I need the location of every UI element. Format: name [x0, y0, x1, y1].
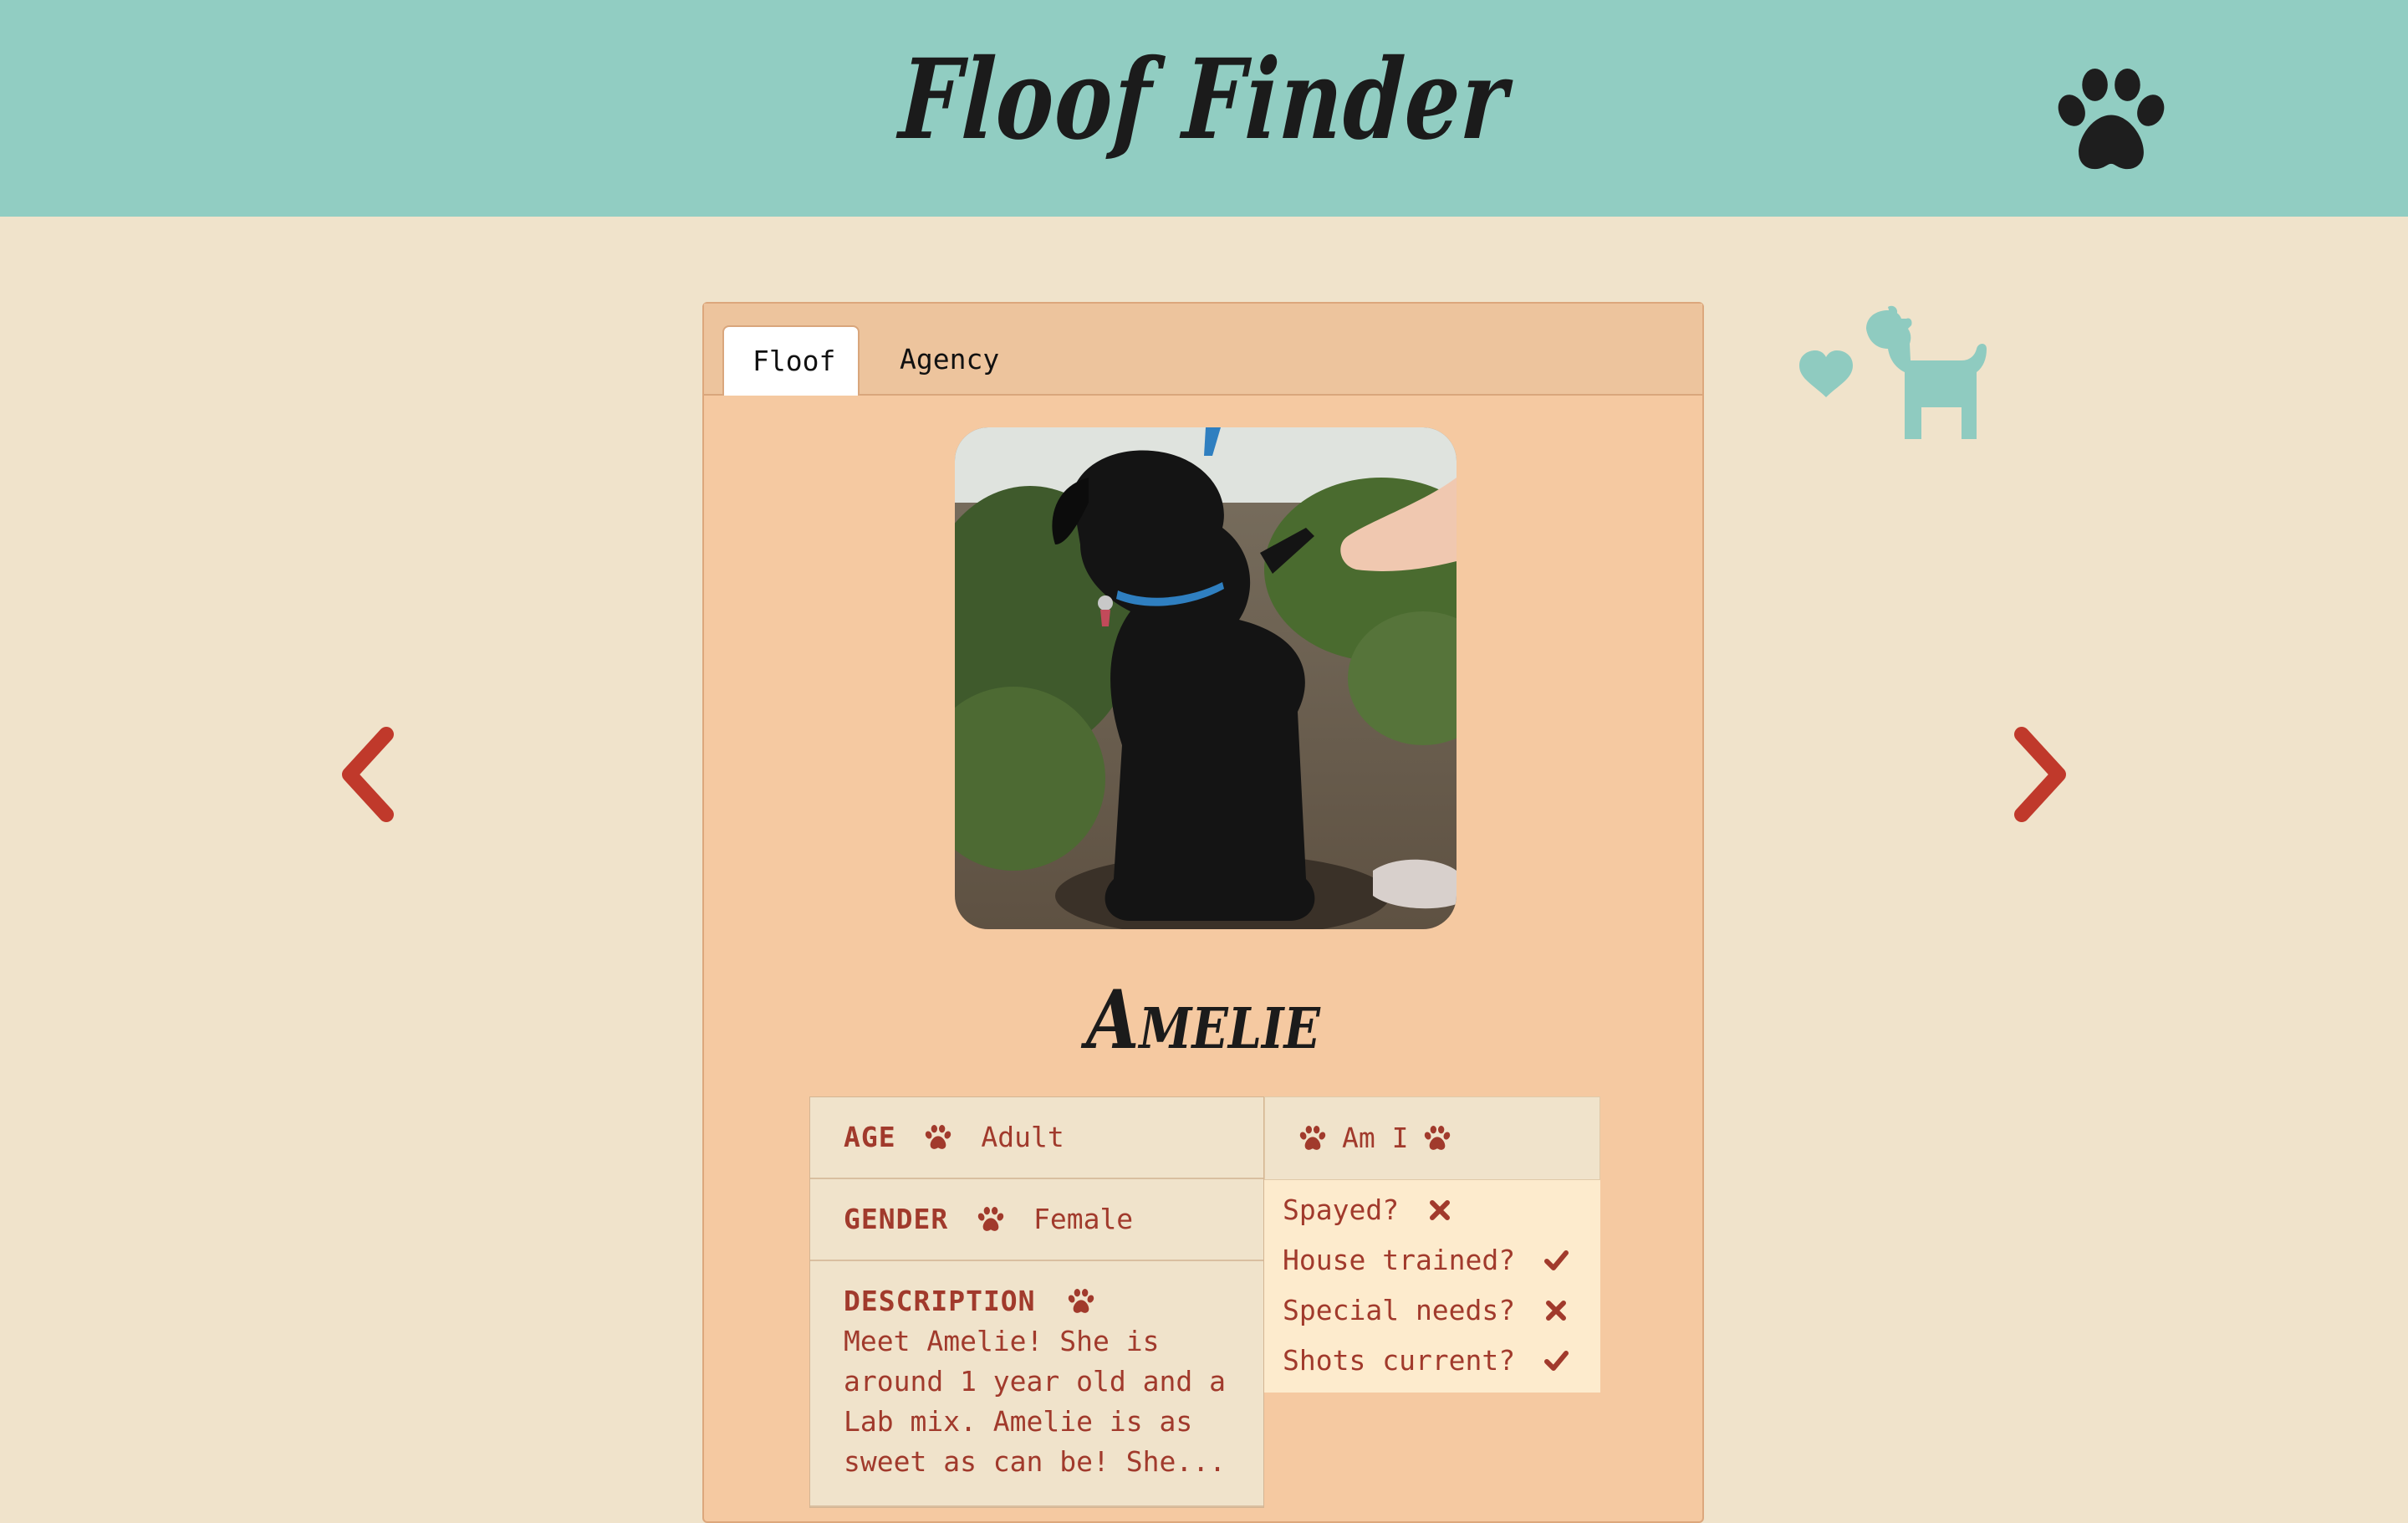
house-trained-label: House trained? — [1283, 1244, 1516, 1276]
list-item: Shots current? — [1283, 1336, 1600, 1386]
paw-icon — [977, 1207, 1005, 1232]
paw-icon[interactable] — [2053, 69, 2170, 173]
list-item: House trained? — [1283, 1235, 1600, 1285]
tab-floof[interactable]: Floof — [722, 325, 860, 396]
chevron-left-icon[interactable] — [334, 724, 401, 825]
am-i-list: Spayed? House trained? Special needs? Sh… — [1264, 1180, 1600, 1393]
tab-agency[interactable]: Agency — [871, 325, 1028, 394]
shots-current-label: Shots current? — [1283, 1344, 1516, 1377]
floof-details: AGE Adult GENDER Female DESCRIPTION Meet… — [809, 1096, 1264, 1508]
gender-value: Female — [1033, 1203, 1134, 1235]
list-item: Spayed? — [1283, 1185, 1600, 1235]
special-needs-label: Special needs? — [1283, 1294, 1516, 1326]
paw-icon — [924, 1125, 952, 1150]
paw-icon — [1067, 1289, 1095, 1314]
cross-icon — [1546, 1301, 1567, 1321]
tab-bar: Floof Agency — [704, 304, 1702, 396]
spayed-label: Spayed? — [1283, 1193, 1400, 1226]
am-i-title: Am I — [1342, 1122, 1409, 1154]
am-i-header: Am I — [1264, 1096, 1600, 1180]
floof-photo — [955, 427, 1457, 929]
floof-name: Amelie — [1086, 973, 1320, 1067]
cross-icon — [1429, 1200, 1450, 1220]
paw-icon — [1423, 1126, 1451, 1151]
floof-card: Floof Agency Amelie AGE Adult GENDER Fem… — [702, 302, 1704, 1523]
check-icon — [1544, 1351, 1569, 1371]
app-title: Floof Finder — [896, 35, 1512, 165]
paw-icon — [1298, 1126, 1327, 1151]
age-label: AGE — [844, 1121, 896, 1153]
gender-label: GENDER — [844, 1203, 949, 1235]
dog-heart-icon — [1799, 305, 1987, 439]
app-header: Floof Finder — [0, 0, 2408, 217]
check-icon — [1544, 1250, 1569, 1270]
chevron-right-icon[interactable] — [2007, 724, 2074, 825]
age-value: Adult — [981, 1121, 1064, 1153]
description-text: Meet Amelie! She is around 1 year old an… — [844, 1325, 1226, 1478]
gender-row: GENDER Female — [810, 1179, 1263, 1261]
description-row: DESCRIPTION Meet Amelie! She is around 1… — [810, 1261, 1263, 1507]
description-label: DESCRIPTION — [844, 1285, 1036, 1317]
list-item: Special needs? — [1283, 1285, 1600, 1336]
age-row: AGE Adult — [810, 1097, 1263, 1179]
am-i-panel: Am I Spayed? House trained? Special need… — [1264, 1096, 1600, 1393]
